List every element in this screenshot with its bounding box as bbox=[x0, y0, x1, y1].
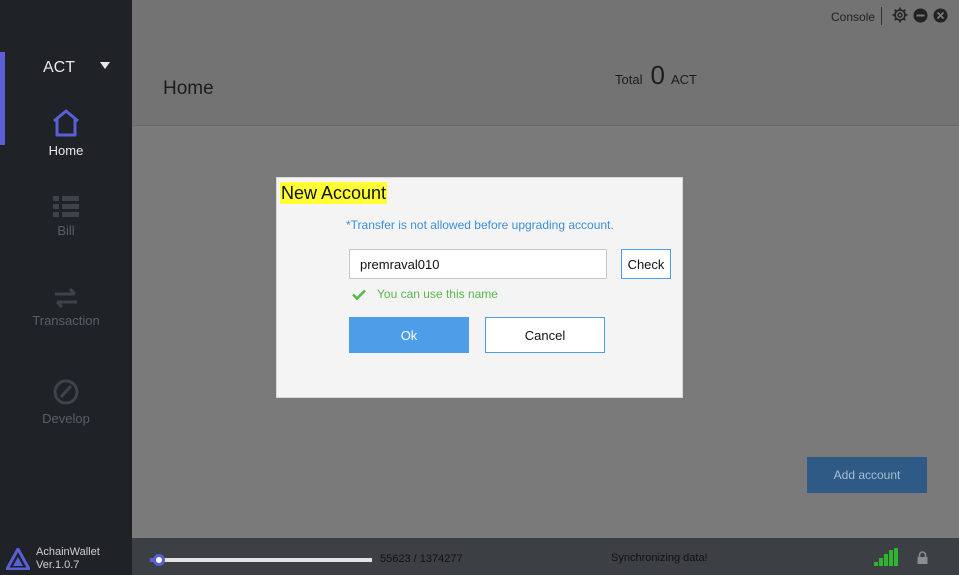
coin-selector[interactable]: ACT bbox=[0, 56, 132, 80]
sidebar-item-label: Develop bbox=[42, 411, 90, 426]
sidebar-item-transaction[interactable]: Transaction bbox=[0, 288, 132, 330]
check-button[interactable]: Check bbox=[621, 249, 671, 279]
minimize-icon[interactable] bbox=[913, 8, 928, 23]
sync-progress-bar bbox=[150, 554, 372, 566]
gear-icon[interactable] bbox=[892, 7, 908, 23]
app-version: Ver.1.0.7 bbox=[36, 559, 80, 571]
total-label: Total bbox=[615, 72, 643, 87]
account-name-input[interactable] bbox=[349, 249, 607, 279]
dialog-note: *Transfer is not allowed before upgradin… bbox=[346, 218, 614, 232]
brand: AchainWallet Ver.1.0.7 bbox=[6, 546, 100, 572]
sidebar-item-home[interactable]: Home bbox=[0, 108, 132, 160]
sync-status-text: Synchronizing data! bbox=[611, 552, 708, 564]
cancel-button[interactable]: Cancel bbox=[485, 317, 605, 353]
status-bar: 55623 / 1374277 Synchronizing data! bbox=[132, 538, 959, 575]
app-name: AchainWallet bbox=[36, 546, 100, 558]
ok-button[interactable]: Ok bbox=[349, 317, 469, 353]
console-link[interactable]: Console bbox=[831, 10, 875, 24]
divider bbox=[881, 7, 882, 25]
sidebar-item-develop[interactable]: Develop bbox=[0, 378, 132, 428]
validation-text: You can use this name bbox=[377, 287, 498, 301]
caret-down-icon bbox=[100, 62, 110, 69]
sidebar-item-label: Home bbox=[48, 143, 84, 158]
checkmark-icon bbox=[352, 289, 366, 300]
sidebar: ACT Home Bill Transaction Develop Achain… bbox=[0, 0, 132, 575]
close-icon[interactable] bbox=[933, 8, 948, 23]
achain-logo-icon bbox=[6, 548, 30, 570]
total-balance: Total 0 ACT bbox=[615, 60, 697, 91]
coin-label: ACT bbox=[43, 59, 75, 76]
signal-strength-icon bbox=[874, 548, 898, 566]
main-header: Console Home Total 0 ACT bbox=[132, 0, 959, 126]
name-validation: You can use this name bbox=[352, 287, 498, 301]
sync-progress-knob bbox=[152, 554, 165, 566]
dialog-title: New Account bbox=[280, 182, 388, 204]
sidebar-item-bill[interactable]: Bill bbox=[0, 196, 132, 240]
total-unit: ACT bbox=[670, 72, 697, 87]
new-account-dialog: New Account *Transfer is not allowed bef… bbox=[276, 177, 683, 398]
lock-icon[interactable] bbox=[917, 551, 928, 564]
add-account-button[interactable]: Add account bbox=[807, 457, 927, 493]
transfer-arrows-icon bbox=[55, 288, 77, 308]
total-value: 0 bbox=[650, 60, 665, 90]
sync-progress-text: 55623 / 1374277 bbox=[380, 553, 463, 565]
page-title: Home bbox=[163, 78, 214, 99]
sidebar-item-label: Transaction bbox=[32, 313, 100, 328]
develop-icon bbox=[53, 379, 79, 405]
sidebar-item-label: Bill bbox=[57, 223, 75, 238]
list-icon bbox=[53, 196, 79, 217]
home-icon bbox=[53, 109, 79, 137]
window-controls bbox=[892, 7, 948, 23]
